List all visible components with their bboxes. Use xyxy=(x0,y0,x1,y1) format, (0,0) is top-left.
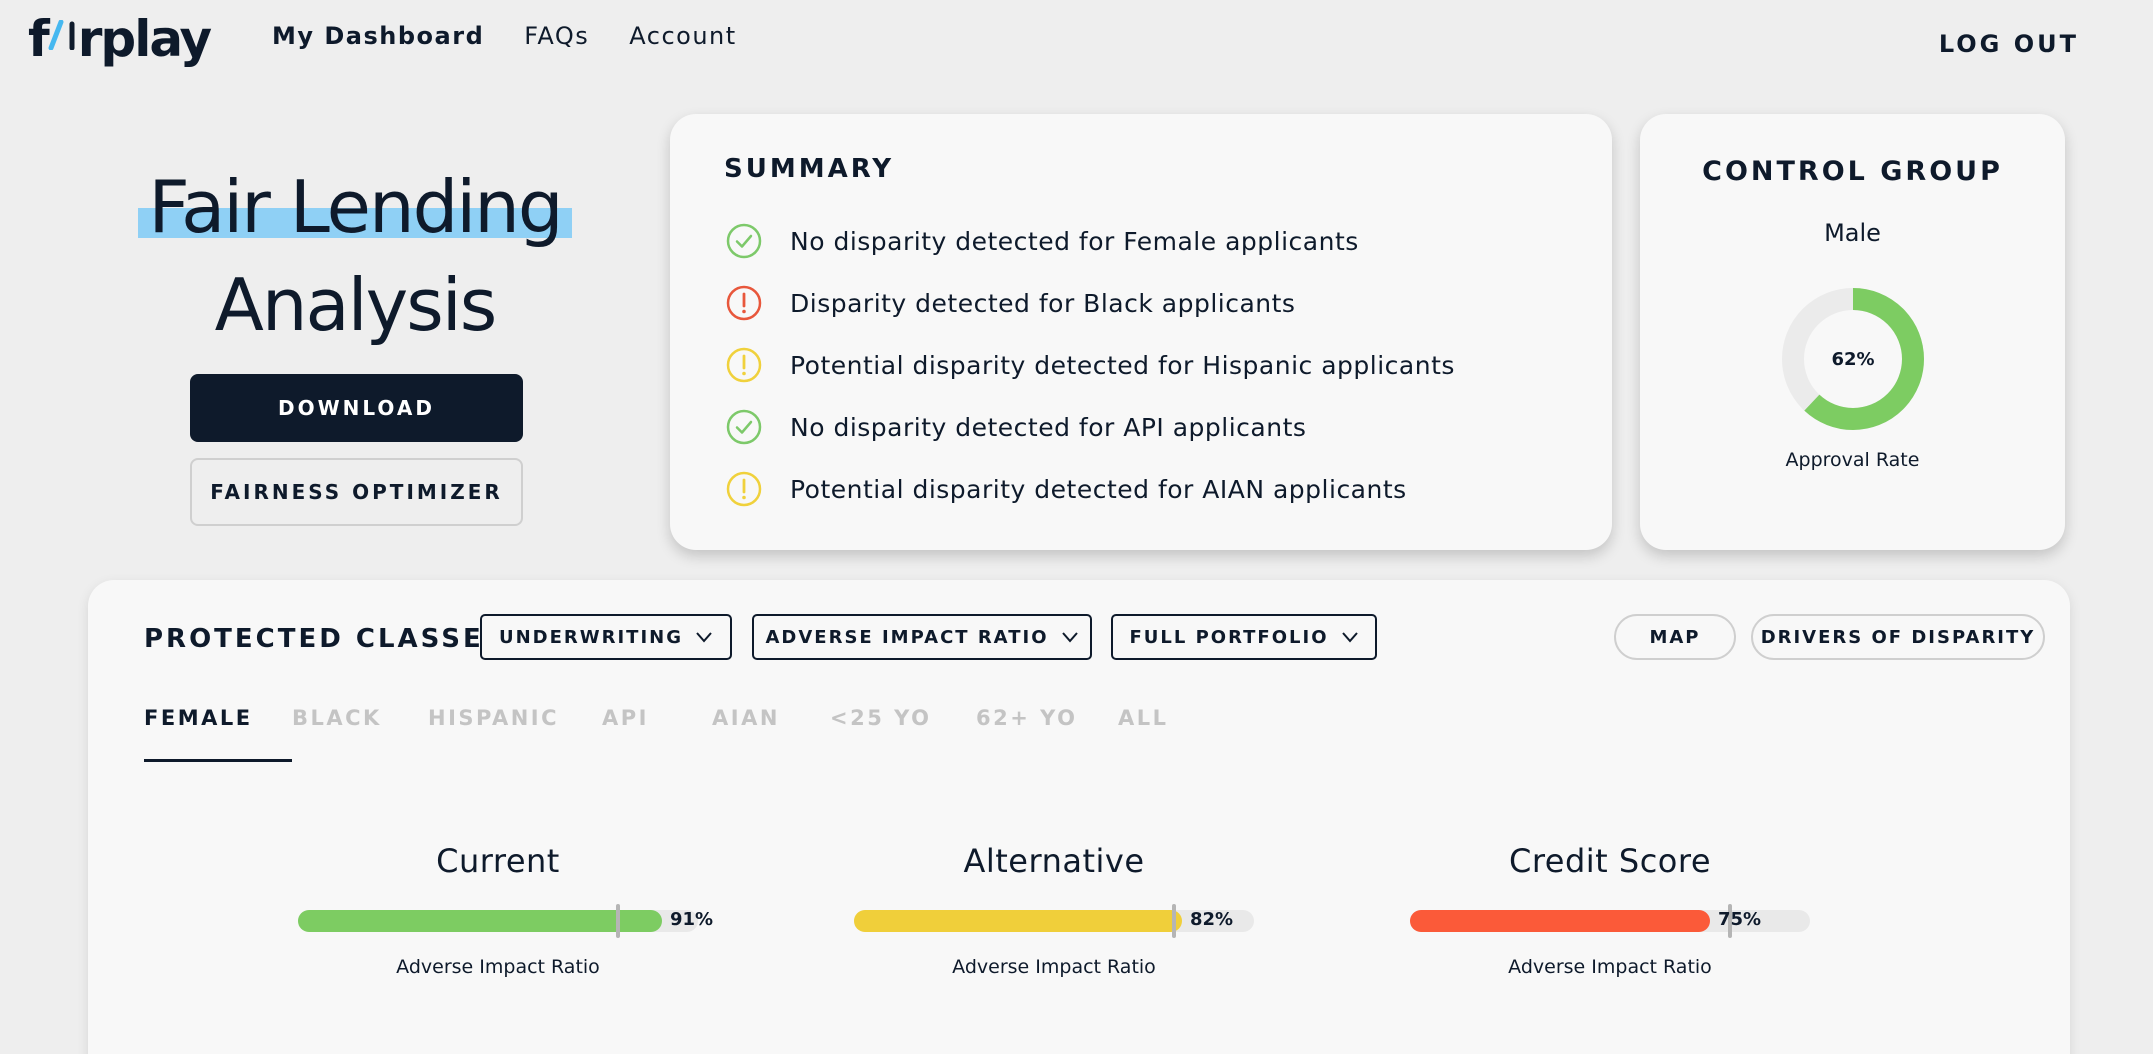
fairness-optimizer-button[interactable]: FAIRNESS OPTIMIZER xyxy=(190,458,523,526)
page-title: Fair Lending Analysis xyxy=(110,158,600,354)
summary-item: Potential disparity detected for AIAN ap… xyxy=(726,458,1455,520)
metric-title: Current xyxy=(436,842,560,880)
summary-item-text: Potential disparity detected for AIAN ap… xyxy=(790,474,1407,504)
check-circle-icon xyxy=(726,409,762,445)
metric-caption: Adverse Impact Ratio xyxy=(396,956,600,978)
tab-62-plus[interactable]: 62+ YO xyxy=(976,706,1118,762)
full-portfolio-dropdown[interactable]: FULL PORTFOLIO xyxy=(1111,614,1377,660)
approval-rate-value: 62% xyxy=(1831,348,1875,370)
nav-account[interactable]: Account xyxy=(629,22,736,50)
alert-circle-icon xyxy=(726,285,762,321)
summary-item-text: Potential disparity detected for Hispani… xyxy=(790,350,1455,380)
logo-suffix: rplay xyxy=(77,10,212,68)
summary-item: Disparity detected for Black applicants xyxy=(726,272,1455,334)
chevron-down-icon xyxy=(696,632,712,643)
summary-title: SUMMARY xyxy=(724,154,895,184)
logout-button[interactable]: LOG OUT xyxy=(1939,30,2079,58)
control-group-value: Male xyxy=(1824,219,1881,247)
summary-item-text: No disparity detected for API applicants xyxy=(790,412,1307,442)
adverse-impact-ratio-dropdown[interactable]: ADVERSE IMPACT RATIO xyxy=(752,614,1092,660)
main-nav: My Dashboard FAQs Account xyxy=(272,22,737,50)
summary-item: No disparity detected for API applicants xyxy=(726,396,1455,458)
tab-all[interactable]: ALL xyxy=(1118,706,1188,762)
summary-item-text: No disparity detected for Female applica… xyxy=(790,226,1359,256)
bar-fill xyxy=(298,910,662,932)
logo-prefix: f xyxy=(28,10,50,68)
metric-bar: 91% xyxy=(298,904,713,938)
download-button[interactable]: DOWNLOAD xyxy=(190,374,523,442)
metric-credit-score: Credit Score 75% Adverse Impact Ratio xyxy=(1400,842,1820,978)
approval-rate-caption: Approval Rate xyxy=(1785,449,1920,471)
control-group-title: CONTROL GROUP xyxy=(1702,156,2003,187)
protected-classes-card: PROTECTED CLASSES UNDERWRITING ADVERSE I… xyxy=(88,580,2070,1054)
bar-fill xyxy=(1410,910,1710,932)
tab-aian[interactable]: AIAN xyxy=(712,706,830,762)
page-title-line2: Analysis xyxy=(214,263,498,347)
threshold-marker xyxy=(1172,904,1176,938)
summary-item: No disparity detected for Female applica… xyxy=(726,210,1455,272)
warning-circle-icon xyxy=(726,347,762,383)
metric-alternative: Alternative 82% Adverse Impact Ratio xyxy=(844,842,1264,978)
control-group-card: CONTROL GROUP Male 62% Approval Rate xyxy=(1640,114,2065,550)
summary-item-text: Disparity detected for Black applicants xyxy=(790,288,1296,318)
summary-card: SUMMARY No disparity detected for Female… xyxy=(670,114,1612,550)
check-circle-icon xyxy=(726,223,762,259)
metric-caption: Adverse Impact Ratio xyxy=(1508,956,1712,978)
underwriting-dropdown[interactable]: UNDERWRITING xyxy=(480,614,732,660)
protected-class-tabs: FEMALE BLACK HISPANIC API AIAN <25 YO 62… xyxy=(144,706,1188,762)
warning-circle-icon xyxy=(726,471,762,507)
summary-list: No disparity detected for Female applica… xyxy=(726,210,1455,520)
tab-api[interactable]: API xyxy=(602,706,712,762)
metric-bar: 82% xyxy=(854,904,1254,938)
metric-value: 82% xyxy=(1190,909,1234,930)
bar-fill xyxy=(854,910,1182,932)
dropdown-label: FULL PORTFOLIO xyxy=(1129,626,1329,648)
nav-faqs[interactable]: FAQs xyxy=(524,22,589,50)
metric-current: Current 91% Adverse Impact Ratio xyxy=(288,842,713,978)
metric-caption: Adverse Impact Ratio xyxy=(952,956,1156,978)
dropdown-label: UNDERWRITING xyxy=(498,626,683,648)
tab-under-25[interactable]: <25 YO xyxy=(830,706,976,762)
chevron-down-icon xyxy=(1341,632,1358,643)
tab-hispanic[interactable]: HISPANIC xyxy=(428,706,602,762)
metric-title: Alternative xyxy=(963,842,1145,880)
tab-female[interactable]: FEMALE xyxy=(144,706,292,762)
drivers-of-disparity-button[interactable]: DRIVERS OF DISPARITY xyxy=(1751,614,2045,660)
metric-value: 75% xyxy=(1718,909,1762,930)
tab-black[interactable]: BLACK xyxy=(292,706,428,762)
chevron-down-icon xyxy=(1061,632,1078,643)
threshold-marker xyxy=(616,904,620,938)
page-title-line1: Fair Lending xyxy=(138,158,572,256)
map-button[interactable]: MAP xyxy=(1614,614,1736,660)
fairplay-logo[interactable]: f rplay xyxy=(28,10,212,68)
summary-item: Potential disparity detected for Hispani… xyxy=(726,334,1455,396)
nav-my-dashboard[interactable]: My Dashboard xyxy=(272,22,484,50)
metric-value: 91% xyxy=(670,909,714,930)
metric-title: Credit Score xyxy=(1508,842,1712,880)
dropdown-label: ADVERSE IMPACT RATIO xyxy=(765,626,1049,648)
protected-classes-title: PROTECTED CLASSES xyxy=(144,624,506,654)
metric-bar: 75% xyxy=(1410,904,1810,938)
